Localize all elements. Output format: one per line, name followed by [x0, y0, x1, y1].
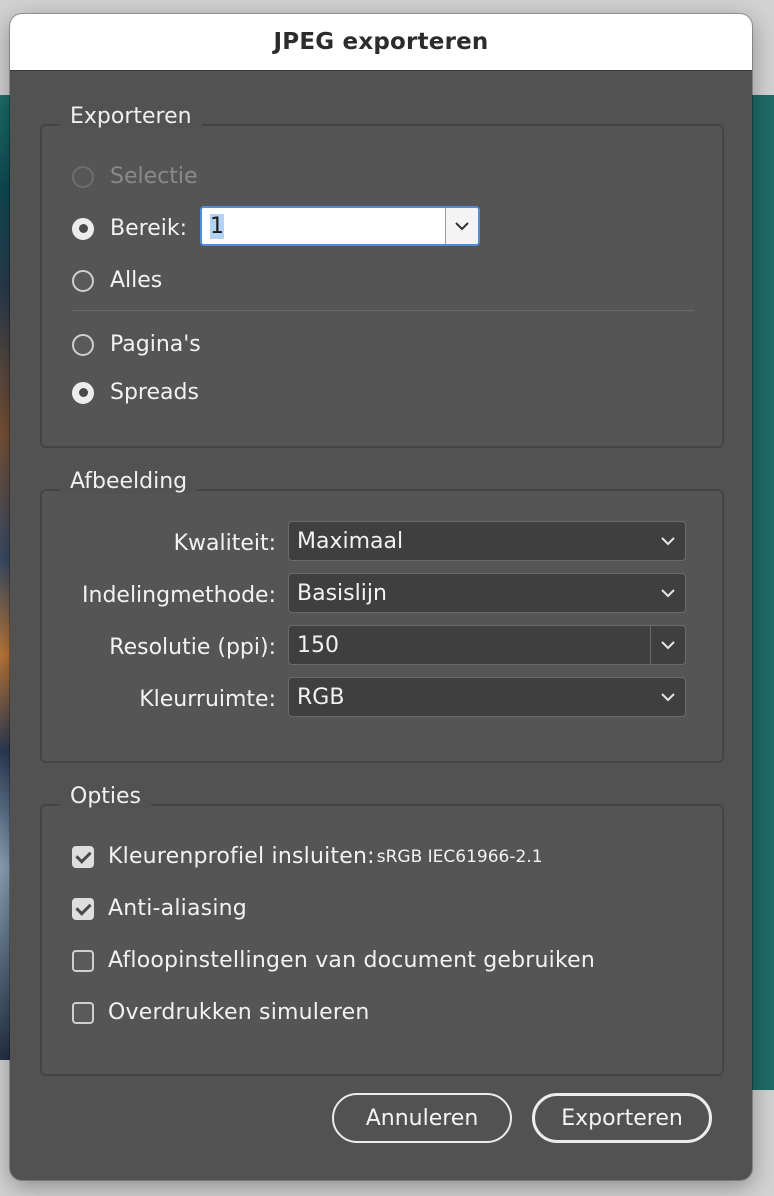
radio-range[interactable]: Bereik:: [72, 216, 187, 241]
export-group-legend: Exporteren: [60, 104, 202, 129]
radio-spreads-button[interactable]: [72, 381, 94, 404]
overprint-checkbox[interactable]: [72, 1001, 94, 1024]
chevron-down-icon: [661, 640, 675, 649]
color-space-select[interactable]: RGB: [288, 677, 686, 717]
range-combobox[interactable]: 1: [200, 206, 480, 246]
cancel-button[interactable]: Annuleren: [332, 1093, 512, 1143]
chevron-down-icon: [455, 221, 469, 230]
jpeg-export-dialog: JPEG exporteren Exporteren Selectie Bere…: [10, 14, 752, 1180]
radio-range-button[interactable]: [72, 217, 94, 240]
dialog-title: JPEG exporteren: [273, 29, 489, 55]
resolution-dropdown-button[interactable]: [650, 626, 685, 664]
range-dropdown-button[interactable]: [444, 208, 478, 244]
radio-selection-label: Selectie: [110, 164, 198, 189]
quality-label: Kwaliteit:: [173, 531, 276, 556]
radio-range-label: Bereik:: [110, 216, 187, 241]
range-input[interactable]: 1: [202, 208, 445, 244]
chevron-down-icon: [661, 588, 675, 597]
radio-all[interactable]: Alles: [72, 268, 162, 293]
embed-profile-checkbox[interactable]: [72, 845, 94, 868]
anti-aliasing-checkbox[interactable]: [72, 897, 94, 920]
format-method-label: Indelingmethode:: [82, 583, 276, 608]
radio-pages-label: Pagina's: [110, 332, 201, 357]
radio-spreads[interactable]: Spreads: [72, 380, 199, 405]
radio-pages-button[interactable]: [72, 333, 94, 356]
background-app-right: [750, 95, 774, 1090]
embed-profile-label: Kleurenprofiel insluiten:: [108, 844, 375, 869]
options-group-legend: Opties: [60, 784, 152, 809]
export-group-divider: [72, 310, 694, 311]
checkbox-bleed[interactable]: Afloopinstellingen van document gebruike…: [72, 948, 595, 973]
chevron-down-icon: [661, 536, 675, 545]
resolution-combobox[interactable]: 150: [288, 625, 686, 665]
resolution-label: Resolutie (ppi):: [109, 635, 276, 660]
anti-aliasing-label: Anti-aliasing: [108, 896, 247, 921]
format-method-value: Basislijn: [297, 580, 387, 606]
range-input-value: 1: [210, 213, 224, 239]
format-method-select[interactable]: Basislijn: [288, 573, 686, 613]
color-space-label: Kleurruimte:: [139, 687, 276, 712]
chevron-down-icon: [661, 692, 675, 701]
overprint-label: Overdrukken simuleren: [108, 1000, 370, 1025]
radio-selection: Selectie: [72, 164, 198, 189]
checkbox-anti-aliasing[interactable]: Anti-aliasing: [72, 896, 247, 921]
radio-all-label: Alles: [110, 268, 163, 293]
quality-value: Maximaal: [297, 528, 404, 554]
export-button[interactable]: Exporteren: [532, 1093, 712, 1143]
radio-pages[interactable]: Pagina's: [72, 332, 201, 357]
dialog-titlebar: JPEG exporteren: [10, 14, 752, 71]
options-group: Opties Kleurenprofiel insluiten: sRGB IE…: [40, 784, 724, 1076]
bleed-checkbox[interactable]: [72, 949, 94, 972]
quality-select[interactable]: Maximaal: [288, 521, 686, 561]
checkbox-embed-profile[interactable]: Kleurenprofiel insluiten: sRGB IEC61966-…: [72, 844, 543, 869]
color-space-value: RGB: [297, 684, 345, 710]
image-group: Afbeelding Kwaliteit: Maximaal Indelingm…: [40, 469, 724, 763]
export-group: Exporteren Selectie Bereik: 1 Alles Pagi…: [40, 104, 724, 448]
bleed-label: Afloopinstellingen van document gebruike…: [108, 948, 596, 973]
radio-all-button[interactable]: [72, 269, 94, 292]
embed-profile-value: sRGB IEC61966-2.1: [376, 846, 543, 867]
radio-selection-button: [72, 165, 94, 188]
checkbox-overprint[interactable]: Overdrukken simuleren: [72, 1000, 370, 1025]
image-group-legend: Afbeelding: [60, 469, 198, 494]
resolution-value[interactable]: 150: [297, 633, 339, 658]
radio-spreads-label: Spreads: [110, 380, 199, 405]
